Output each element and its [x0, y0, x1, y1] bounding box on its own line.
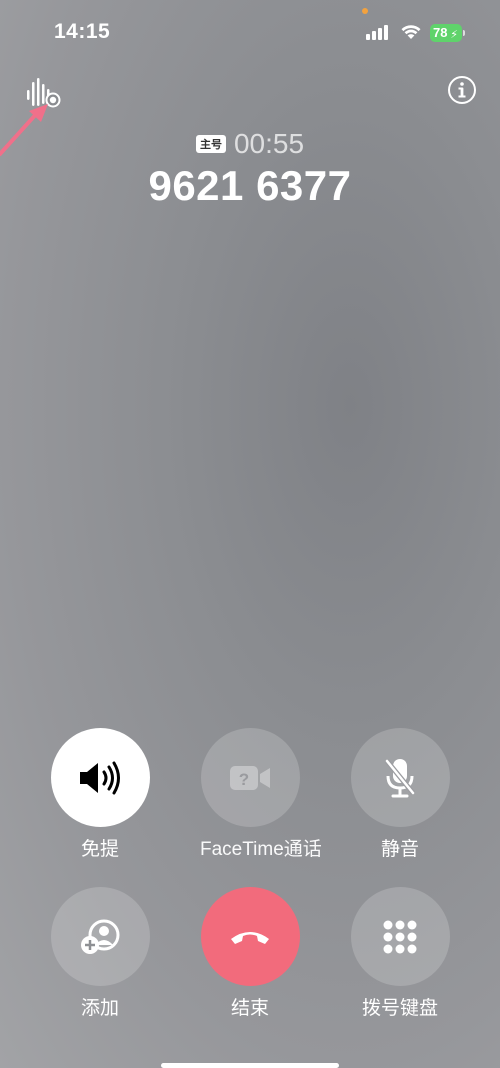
battery-indicator: 78 ⚡ [430, 24, 466, 42]
keypad-button[interactable]: 拨号键盘 [350, 887, 450, 1020]
keypad-label: 拨号键盘 [361, 998, 438, 1019]
person-add-icon [81, 919, 120, 954]
speaker-label: 免提 [80, 839, 119, 860]
status-bar: 14:15 78 ⚡ [0, 0, 500, 60]
call-duration: 00:55 [233, 128, 305, 159]
battery-level: 78 [433, 25, 448, 40]
charging-bolt-icon: ⚡ [450, 29, 458, 41]
call-meta: 主号 00:55 [0, 128, 500, 160]
home-indicator[interactable] [161, 1063, 339, 1068]
add-call-button[interactable]: 添加 [50, 887, 150, 1020]
status-time: 14:15 [54, 20, 111, 43]
svg-text:?: ? [239, 770, 249, 789]
facetime-button[interactable]: ? FaceTime通话 [200, 728, 322, 861]
phone-number: 9621 6377 [148, 162, 352, 209]
mute-label: 静音 [380, 839, 419, 860]
facetime-label: FaceTime通话 [200, 839, 322, 860]
end-call-button[interactable]: 结束 [200, 887, 300, 1020]
info-icon[interactable] [447, 75, 477, 105]
mic-in-use-indicator [362, 8, 368, 14]
mic-slash-icon [385, 758, 415, 797]
wifi-icon [401, 25, 421, 39]
add-label: 添加 [80, 998, 119, 1019]
speaker-button[interactable]: 免提 [50, 728, 150, 861]
mute-button[interactable]: 静音 [350, 728, 450, 861]
video-question-icon: ? [230, 765, 270, 790]
end-label: 结束 [230, 998, 269, 1019]
cellular-signal-icon [366, 25, 388, 40]
sim-badge: 主号 [195, 135, 226, 153]
phone-down-icon [231, 931, 269, 944]
speaker-wave-icon [80, 761, 120, 794]
keypad-grid-icon [383, 920, 417, 953]
